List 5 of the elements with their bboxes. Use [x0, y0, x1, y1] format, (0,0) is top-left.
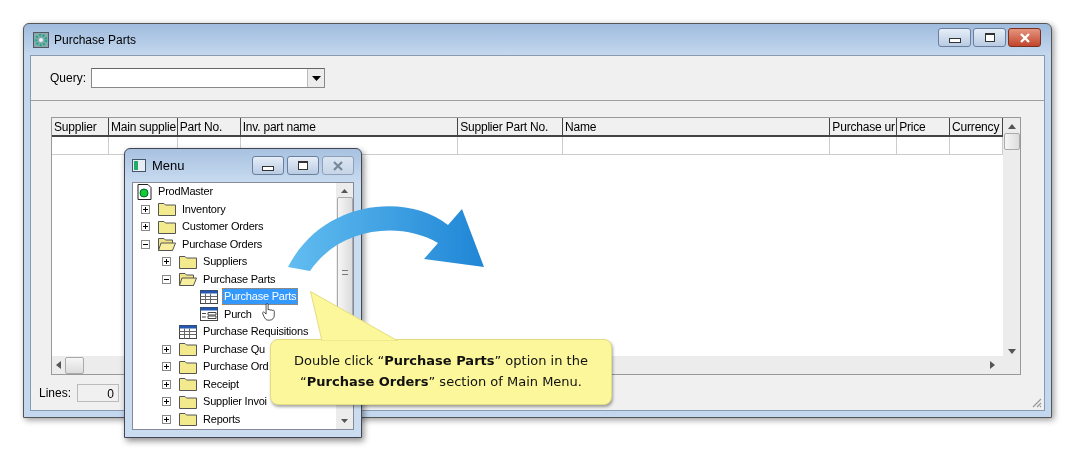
window-title: Purchase Parts: [54, 32, 137, 47]
lines-count: 0: [77, 384, 120, 402]
query-label: Query:: [50, 71, 86, 85]
lines-label: Lines:: [39, 386, 72, 400]
menu-title: Menu: [152, 158, 185, 173]
